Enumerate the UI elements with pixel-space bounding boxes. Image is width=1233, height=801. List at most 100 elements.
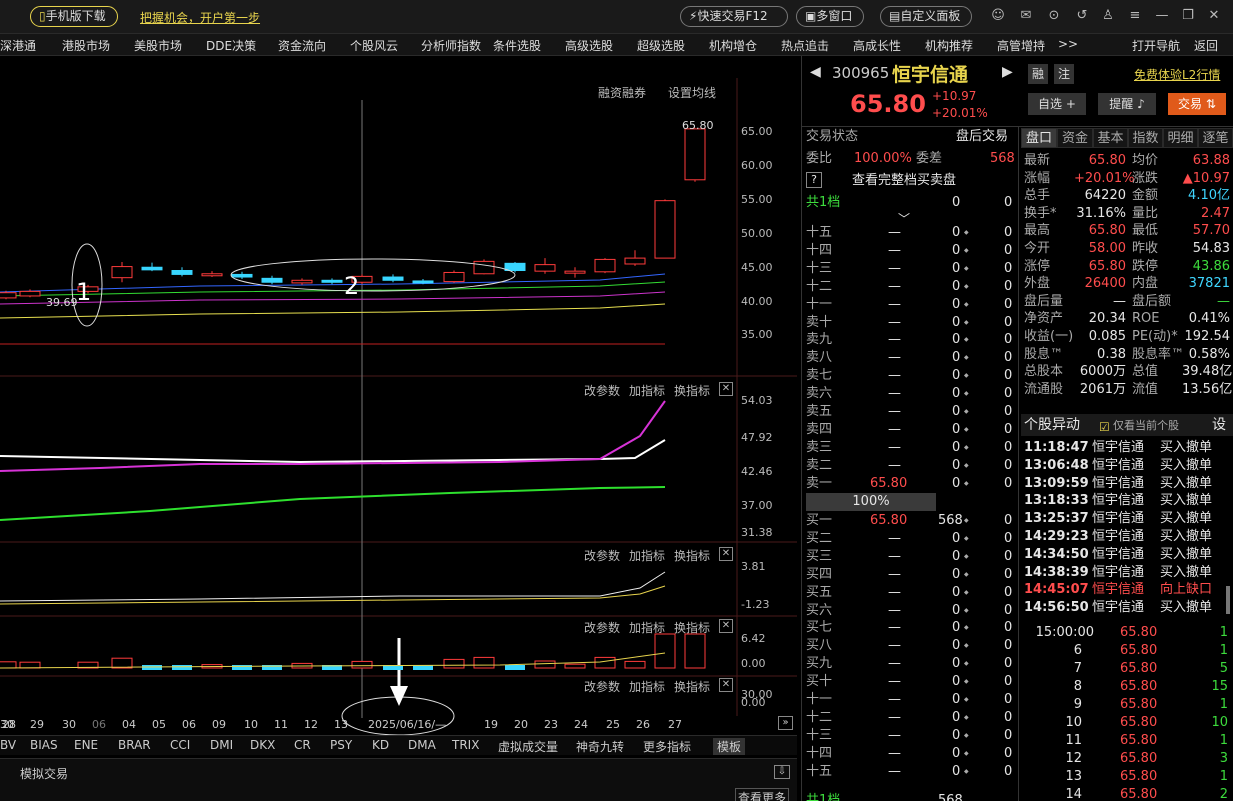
candle-body[interactable] bbox=[594, 258, 616, 273]
indicator-tab[interactable]: TRIX bbox=[452, 738, 479, 752]
candle-body[interactable] bbox=[201, 273, 223, 277]
tab-4[interactable]: 明细 bbox=[1163, 128, 1198, 148]
indicator-tab[interactable]: CR bbox=[294, 738, 311, 752]
scroll-right-icon[interactable]: » bbox=[778, 716, 793, 730]
menu-item[interactable]: 高管增持 bbox=[997, 37, 1045, 54]
menu-item[interactable]: 打开导航 bbox=[1132, 37, 1180, 54]
alert-button[interactable]: 提醒 ♪ bbox=[1098, 93, 1156, 115]
candle-body[interactable] bbox=[654, 200, 676, 259]
swap-indicator-link[interactable]: 换指标 bbox=[674, 547, 710, 564]
collapse-icon[interactable]: ⇩ bbox=[774, 765, 790, 779]
candle-body[interactable] bbox=[141, 266, 163, 271]
slogan-link[interactable]: 把握机会，开户第一步 bbox=[140, 9, 260, 26]
indicator-tab[interactable]: ENE bbox=[74, 738, 98, 752]
menu-item[interactable]: 美股市场 bbox=[134, 37, 182, 54]
minimize-icon[interactable]: — bbox=[1154, 8, 1170, 24]
menu-item[interactable]: 深港通 bbox=[0, 37, 36, 54]
user-icon[interactable]: ☺ bbox=[990, 8, 1006, 24]
indicator-tab[interactable]: BV bbox=[0, 738, 16, 752]
candle-body[interactable] bbox=[624, 257, 646, 265]
candle-body[interactable] bbox=[504, 262, 526, 272]
candle-body[interactable] bbox=[171, 270, 193, 275]
indicator-tab[interactable]: 神奇九转 bbox=[576, 738, 624, 755]
restore-icon[interactable]: ❐ bbox=[1180, 8, 1196, 24]
indicator-tab[interactable]: BIAS bbox=[30, 738, 58, 752]
menu-item[interactable]: 港股市场 bbox=[62, 37, 110, 54]
change-param-link[interactable]: 改参数 bbox=[584, 678, 620, 695]
menu-more[interactable]: >> bbox=[1058, 37, 1078, 51]
sim-trade-tab[interactable]: 模拟交易 bbox=[20, 765, 68, 782]
candle-body[interactable] bbox=[382, 276, 404, 281]
register-badge[interactable]: 注 bbox=[1054, 64, 1074, 84]
indicator-tab[interactable]: DKX bbox=[250, 738, 275, 752]
template-tab[interactable]: 模板 bbox=[713, 738, 746, 755]
menu-item[interactable]: 超级选股 bbox=[637, 37, 685, 54]
change-param-link[interactable]: 改参数 bbox=[584, 619, 620, 636]
swap-indicator-link[interactable]: 换指标 bbox=[674, 619, 710, 636]
menu-item[interactable]: 返回 bbox=[1194, 37, 1218, 54]
menu-item[interactable]: 高成长性 bbox=[853, 37, 901, 54]
candle-body[interactable] bbox=[564, 270, 586, 274]
mobile-download-button[interactable]: ▯手机版下载 bbox=[30, 6, 118, 27]
candle-body[interactable] bbox=[443, 271, 465, 283]
view-more-button[interactable]: 查看更多 bbox=[735, 788, 790, 801]
scrollbar-thumb[interactable] bbox=[1226, 586, 1230, 614]
candle-body[interactable] bbox=[321, 279, 343, 283]
checkbox-icon[interactable]: ☑ bbox=[1099, 418, 1110, 436]
candle-body[interactable] bbox=[534, 264, 556, 272]
tab-0[interactable]: 盘口 bbox=[1021, 128, 1057, 148]
custom-panel-button[interactable]: ▤自定义面板 bbox=[880, 6, 972, 27]
close-panel-icon[interactable]: ✕ bbox=[719, 619, 733, 633]
tab-2[interactable]: 基本 bbox=[1093, 128, 1128, 148]
add-indicator-link[interactable]: 加指标 bbox=[629, 382, 665, 399]
shirt-icon[interactable]: ♙ bbox=[1100, 8, 1116, 24]
indicator-tab[interactable]: 虚拟成交量 bbox=[498, 738, 558, 755]
menu-item[interactable]: 条件选股 bbox=[493, 37, 541, 54]
indicator-tab[interactable]: DMA bbox=[408, 738, 436, 752]
indicator-tab[interactable]: CCI bbox=[170, 738, 190, 752]
menu-icon[interactable]: ≡ bbox=[1127, 8, 1143, 24]
trade-button[interactable]: 交易 ⇅ bbox=[1168, 93, 1226, 115]
ma-settings-link[interactable]: 设置均线 bbox=[668, 84, 716, 101]
candle-body[interactable] bbox=[231, 273, 253, 278]
candle-body[interactable] bbox=[473, 260, 495, 275]
indicator-tab[interactable]: BRAR bbox=[118, 738, 151, 752]
next-stock-icon[interactable]: ▶ bbox=[1002, 64, 1013, 80]
financing-label[interactable]: 融资融券 bbox=[598, 84, 646, 101]
swap-indicator-link[interactable]: 换指标 bbox=[674, 382, 710, 399]
add-indicator-link[interactable]: 加指标 bbox=[629, 678, 665, 695]
add-indicator-link[interactable]: 加指标 bbox=[629, 619, 665, 636]
candle-body[interactable] bbox=[19, 290, 41, 297]
add-watchlist-button[interactable]: 自选 + bbox=[1028, 93, 1086, 115]
menu-item[interactable]: 机构推荐 bbox=[925, 37, 973, 54]
menu-item[interactable]: 热点追击 bbox=[781, 37, 829, 54]
indicator-tab[interactable]: 更多指标 bbox=[643, 738, 691, 755]
close-panel-icon[interactable]: ✕ bbox=[719, 547, 733, 561]
quick-trade-button[interactable]: ⚡快速交易F12 bbox=[680, 6, 788, 27]
menu-item[interactable]: 高级选股 bbox=[565, 37, 613, 54]
l2-trial-link[interactable]: 免费体验L2行情 bbox=[1134, 66, 1220, 83]
menu-item[interactable]: 资金流向 bbox=[278, 37, 326, 54]
indicator-tab[interactable]: KD bbox=[372, 738, 389, 752]
close-panel-icon[interactable]: ✕ bbox=[719, 382, 733, 396]
full-orderbook-link[interactable]: 查看完整档买卖盘 bbox=[852, 172, 956, 190]
menu-item[interactable]: 机构增仓 bbox=[709, 37, 757, 54]
change-param-link[interactable]: 改参数 bbox=[584, 382, 620, 399]
tab-3[interactable]: 指数 bbox=[1128, 128, 1163, 148]
candle-body[interactable] bbox=[291, 279, 313, 284]
lock-icon[interactable]: ⊙ bbox=[1046, 8, 1062, 24]
close-icon[interactable]: ✕ bbox=[1206, 8, 1222, 24]
candle-body[interactable] bbox=[0, 292, 17, 299]
margin-badge[interactable]: 融 bbox=[1028, 64, 1048, 84]
indicator-tab[interactable]: DMI bbox=[210, 738, 233, 752]
close-panel-icon[interactable]: ✕ bbox=[719, 678, 733, 692]
menu-item[interactable]: DDE决策 bbox=[206, 37, 256, 54]
menu-item[interactable]: 个股风云 bbox=[350, 37, 398, 54]
candle-body[interactable] bbox=[261, 277, 283, 283]
tab-1[interactable]: 资金 bbox=[1057, 128, 1093, 148]
indicator-tab[interactable]: PSY bbox=[330, 738, 352, 752]
help-icon[interactable]: ? bbox=[806, 172, 822, 188]
mail-icon[interactable]: ✉ bbox=[1018, 8, 1034, 24]
undo-icon[interactable]: ↺ bbox=[1074, 8, 1090, 24]
tab-5[interactable]: 逐笔 bbox=[1198, 128, 1233, 148]
